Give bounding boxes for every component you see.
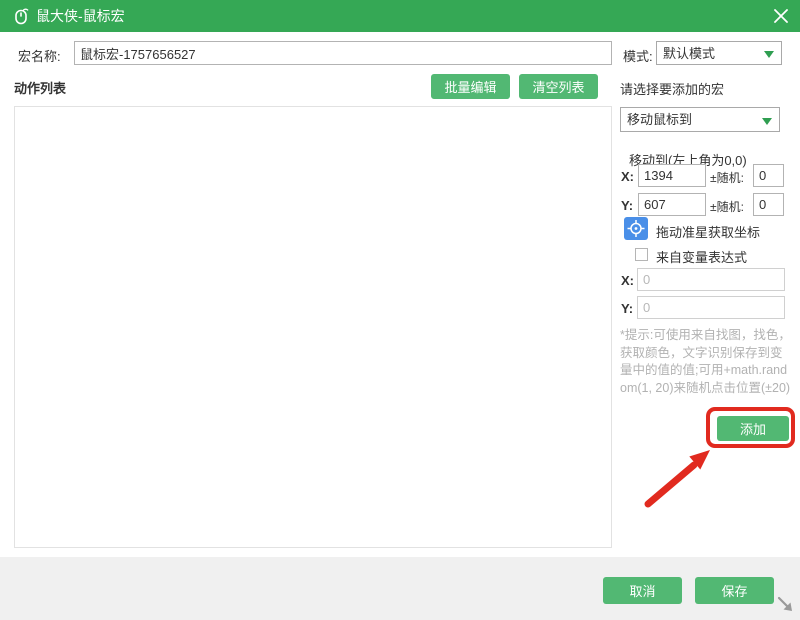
cancel-button[interactable]: 取消 bbox=[603, 577, 682, 604]
add-macro-prompt: 请选择要添加的宏 bbox=[620, 79, 724, 98]
y-random-input[interactable] bbox=[753, 193, 784, 216]
macro-type-select-value: 移动鼠标到 bbox=[627, 108, 692, 132]
y-label: Y: bbox=[621, 198, 633, 213]
window-title: 鼠大侠-鼠标宏 bbox=[36, 0, 125, 32]
mode-select[interactable]: 默认模式 bbox=[656, 41, 782, 65]
batch-edit-button[interactable]: 批量编辑 bbox=[431, 74, 510, 99]
macro-type-select[interactable]: 移动鼠标到 bbox=[620, 107, 780, 132]
var-x-input[interactable] bbox=[637, 268, 785, 291]
hint-text: *提示:可使用来自找图，找色，获取颜色，文字识别保存到变量中的值的值;可用+ma… bbox=[620, 327, 792, 397]
x-label: X: bbox=[621, 169, 634, 184]
x-random-label: ±随机: bbox=[710, 169, 744, 186]
clear-list-button[interactable]: 清空列表 bbox=[519, 74, 598, 99]
title-bar: 鼠大侠-鼠标宏 bbox=[0, 0, 800, 32]
resize-grip-icon[interactable] bbox=[775, 594, 797, 616]
x-coordinate-input[interactable] bbox=[638, 164, 706, 187]
macro-dialog-window: 鼠大侠-鼠标宏 宏名称: 模式: 默认模式 动作列表 批量编辑 清空列表 请选择… bbox=[0, 0, 800, 620]
action-list-title: 动作列表 bbox=[14, 78, 66, 97]
crosshair-drag-icon[interactable] bbox=[624, 217, 648, 240]
var-x-label: X: bbox=[621, 273, 634, 288]
mode-select-value: 默认模式 bbox=[663, 42, 715, 65]
y-random-label: ±随机: bbox=[710, 198, 744, 215]
variable-expression-label: 来自变量表达式 bbox=[656, 247, 747, 266]
close-icon[interactable] bbox=[774, 9, 788, 23]
var-y-input[interactable] bbox=[637, 296, 785, 319]
app-mouse-icon bbox=[12, 7, 30, 25]
macro-name-input[interactable] bbox=[74, 41, 612, 65]
x-random-input[interactable] bbox=[753, 164, 784, 187]
dropdown-arrow-icon bbox=[762, 118, 772, 125]
add-button[interactable]: 添加 bbox=[717, 416, 789, 441]
y-coordinate-input[interactable] bbox=[638, 193, 706, 216]
var-y-label: Y: bbox=[621, 301, 633, 316]
annotation-arrow-icon bbox=[632, 444, 724, 510]
dropdown-arrow-icon bbox=[764, 51, 774, 58]
dialog-footer: 取消 保存 bbox=[0, 557, 800, 620]
mode-label: 模式: bbox=[623, 46, 653, 65]
variable-expression-checkbox[interactable] bbox=[635, 248, 648, 261]
macro-name-label: 宏名称: bbox=[18, 46, 61, 65]
save-button[interactable]: 保存 bbox=[695, 577, 774, 604]
action-list bbox=[14, 106, 612, 548]
crosshair-drag-label: 拖动准星获取坐标 bbox=[656, 222, 760, 241]
